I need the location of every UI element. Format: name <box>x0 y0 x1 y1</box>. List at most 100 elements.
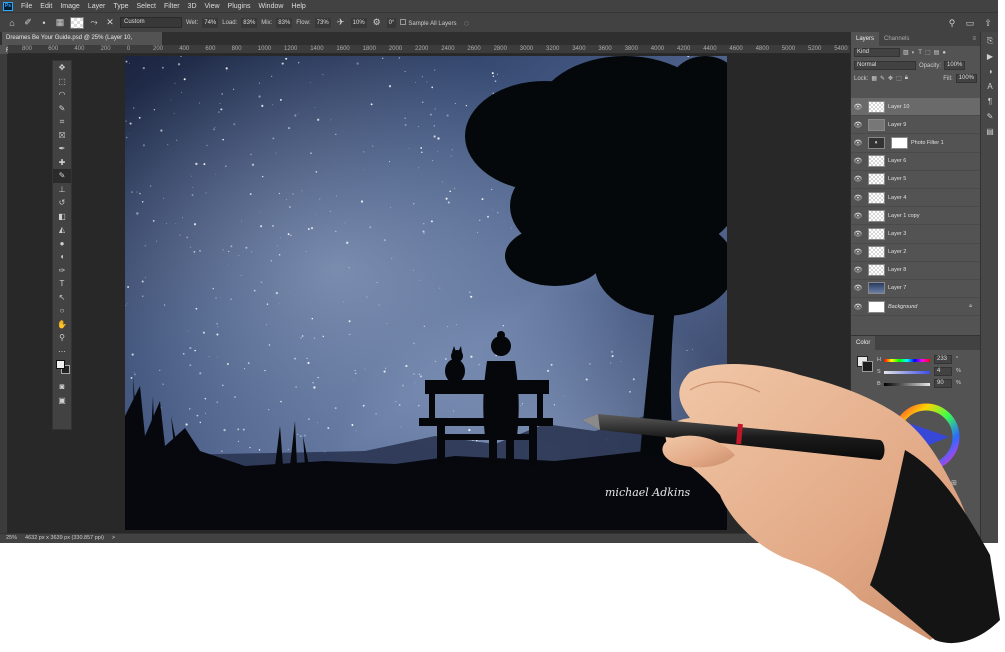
tab-channels[interactable]: Channels <box>879 32 914 46</box>
blend-mode-dropdown[interactable]: Normal <box>854 61 916 70</box>
path-select-tool-icon[interactable]: ↖ <box>53 291 71 305</box>
blur-tool-icon[interactable]: ● <box>53 237 71 251</box>
kind-filter-dropdown[interactable]: Kind <box>854 48 900 57</box>
move-tool-icon[interactable]: ✥ <box>53 61 71 75</box>
type-filter-icon[interactable]: T <box>918 50 922 56</box>
visibility-eye-icon[interactable]: 👁︎ <box>851 266 865 274</box>
eyedropper-tool-icon[interactable]: ✒ <box>53 142 71 156</box>
saturation-slider[interactable] <box>884 371 930 374</box>
hand-tool-icon[interactable]: ✋ <box>53 318 71 332</box>
shape-tool-icon[interactable]: ○ <box>53 304 71 318</box>
brush-tool-icon[interactable]: ✎ <box>53 169 71 183</box>
document-canvas[interactable]: michael Adkins <box>125 56 727 530</box>
smart-object-filter-icon[interactable]: ▤ <box>934 49 940 56</box>
layer-row[interactable]: 👁︎ Layer 4 <box>851 189 980 208</box>
layer-row[interactable]: 👁︎ Layer 9 <box>851 116 980 135</box>
visibility-eye-icon[interactable]: 👁︎ <box>851 103 865 111</box>
mix-field[interactable]: 83% <box>276 17 293 28</box>
visibility-eye-icon[interactable]: 👁︎ <box>851 121 865 129</box>
healing-brush-tool-icon[interactable]: ✚ <box>53 156 71 170</box>
blend-preset-dropdown[interactable]: Custom <box>120 17 182 28</box>
airbrush-icon[interactable]: ✈ <box>335 17 347 29</box>
actions-icon[interactable]: ▶ <box>984 50 996 62</box>
flow-field[interactable]: 73% <box>314 17 331 28</box>
fill-field[interactable]: 100% <box>955 74 977 83</box>
load-brush-icon[interactable]: ⤳ <box>88 17 100 29</box>
menu-window[interactable]: Window <box>255 3 288 10</box>
quick-mask-icon[interactable]: ◙ <box>53 380 71 394</box>
search-icon[interactable]: ⚲ <box>946 17 958 29</box>
add-swatch-icon[interactable]: ⊞ <box>951 479 957 487</box>
lock-position-icon[interactable]: ✥ <box>888 75 893 82</box>
menu-plugins[interactable]: Plugins <box>224 3 255 10</box>
menu-3d[interactable]: 3D <box>184 3 201 10</box>
paint-bucket-tool-icon[interactable]: ◭ <box>53 223 71 237</box>
layer-row[interactable]: 👁︎ Background 🔒︎ <box>851 298 980 317</box>
paragraph-icon[interactable]: ¶ <box>984 95 996 107</box>
visibility-eye-icon[interactable]: 👁︎ <box>851 248 865 256</box>
brush-settings-icon[interactable]: ▦ <box>54 17 66 29</box>
layer-row[interactable]: 👁︎ Layer 5 <box>851 171 980 189</box>
visibility-eye-icon[interactable]: 👁︎ <box>851 212 865 220</box>
brushes-icon[interactable]: ✎ <box>984 110 996 122</box>
visibility-eye-icon[interactable]: 👁︎ <box>851 194 865 202</box>
visibility-eye-icon[interactable]: 👁︎ <box>851 303 865 311</box>
visibility-eye-icon[interactable]: 👁︎ <box>851 175 865 183</box>
menu-edit[interactable]: Edit <box>36 3 56 10</box>
history-brush-tool-icon[interactable]: ↺ <box>53 196 71 210</box>
visibility-eye-icon[interactable]: 👁︎ <box>851 139 865 147</box>
type-tool-icon[interactable]: T <box>53 277 71 291</box>
opacity-field[interactable]: 100% <box>944 61 966 70</box>
lock-paint-icon[interactable]: ✎ <box>880 75 885 82</box>
lasso-tool-icon[interactable]: ◠ <box>53 88 71 102</box>
home-icon[interactable]: ⌂ <box>6 17 18 29</box>
pixel-filter-icon[interactable]: ▨ <box>903 49 909 56</box>
current-load-swatch[interactable] <box>70 16 84 29</box>
adjustment-filter-icon[interactable]: ◐ <box>912 50 916 56</box>
color-wheel[interactable] <box>891 392 961 482</box>
tab-color[interactable]: Color <box>851 336 876 350</box>
menu-select[interactable]: Select <box>133 3 160 10</box>
visibility-eye-icon[interactable]: 👁︎ <box>851 157 865 165</box>
wet-field[interactable]: 74% <box>202 17 219 28</box>
saturation-field[interactable]: 4 <box>934 367 952 376</box>
mixer-brush-tool-icon[interactable]: ✐ <box>22 17 34 29</box>
filter-toggle-icon[interactable]: ● <box>942 50 946 56</box>
load-field[interactable]: 83% <box>241 17 258 28</box>
share-icon[interactable]: ⇧ <box>982 17 994 29</box>
character-icon[interactable]: A <box>984 80 996 92</box>
angle-field[interactable]: 0° <box>386 17 397 28</box>
visibility-eye-icon[interactable]: 👁︎ <box>851 230 865 238</box>
workspace-icon[interactable]: ▭ <box>964 17 976 29</box>
layer-row[interactable]: 👁︎ Layer 8 <box>851 262 980 280</box>
hue-field[interactable]: 233 <box>934 355 952 364</box>
menu-file[interactable]: File <box>17 3 36 10</box>
menu-type[interactable]: Type <box>109 3 132 10</box>
pressure-icon[interactable]: ◌ <box>460 17 472 29</box>
dodge-tool-icon[interactable]: ◖ <box>53 250 71 264</box>
more-tools-icon[interactable]: ⋯ <box>53 345 71 359</box>
lock-pixels-icon[interactable]: ▦ <box>871 75 877 82</box>
menu-help[interactable]: Help <box>287 3 309 10</box>
menu-image[interactable]: Image <box>56 3 83 10</box>
zoom-tool-icon[interactable]: ⚲ <box>53 331 71 345</box>
history-icon[interactable]: ⎘ <box>984 35 996 47</box>
pen-tool-icon[interactable]: ✑ <box>53 264 71 278</box>
smoothing-field[interactable]: 10% <box>350 17 367 28</box>
tab-layers[interactable]: Layers <box>851 32 880 46</box>
layer-row[interactable]: 👁︎ Layer 10 <box>851 98 980 117</box>
brightness-field[interactable]: 90 <box>934 379 952 388</box>
lock-artboard-icon[interactable]: ⬚ <box>896 75 902 82</box>
smoothing-gear-icon[interactable]: ⚙ <box>371 17 383 29</box>
screen-mode-icon[interactable]: ▣ <box>53 394 71 408</box>
zoom-level[interactable]: 25% <box>6 534 17 543</box>
libraries-icon[interactable]: ▤ <box>984 125 996 137</box>
color-swatches[interactable] <box>53 358 71 380</box>
hue-slider[interactable] <box>884 359 930 362</box>
brush-preset-picker-icon[interactable]: • <box>38 17 50 29</box>
adjustments-icon[interactable]: ◑ <box>984 65 996 77</box>
lock-all-icon[interactable]: 🔒︎ <box>905 75 908 82</box>
eraser-tool-icon[interactable]: ◧ <box>53 210 71 224</box>
layer-row[interactable]: 👁︎ ◐ Photo Filter 1 <box>851 134 980 153</box>
menu-view[interactable]: View <box>201 3 224 10</box>
